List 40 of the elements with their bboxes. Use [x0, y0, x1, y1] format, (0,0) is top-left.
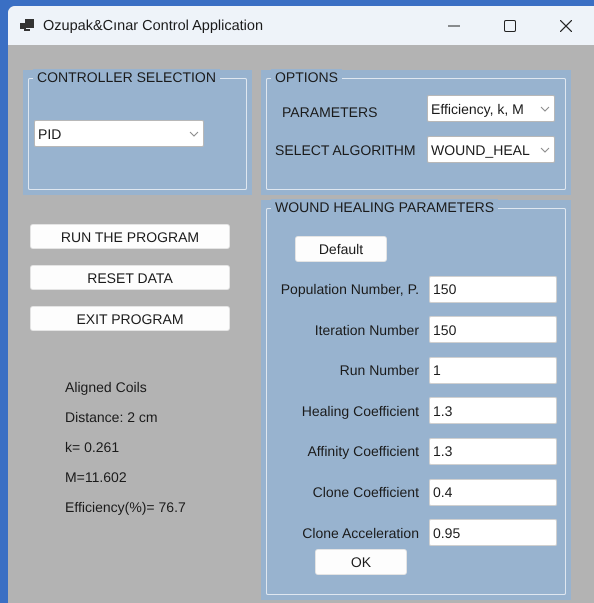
parameter-label: Healing Coefficient	[300, 402, 419, 419]
result-text: Efficiency(%)= 76.7	[65, 498, 187, 516]
input-field[interactable]: 1.3	[429, 397, 557, 424]
maximize-icon[interactable]	[504, 20, 516, 32]
chevron-down-icon	[540, 146, 550, 152]
result-text: Aligned Coils	[65, 378, 148, 396]
input-field[interactable]: 0.4	[429, 478, 557, 506]
action-button[interactable]: RUN THE PROGRAM	[30, 224, 230, 249]
group-title: OPTIONS	[271, 69, 342, 85]
close-icon[interactable]	[560, 20, 572, 32]
option-label: PARAMETERS	[282, 104, 378, 120]
group-title: WOUND HEALING PARAMETERS	[271, 199, 498, 215]
group-title: CONTROLLER SELECTION	[33, 69, 220, 85]
parameter-label: Population Number, P.	[280, 281, 419, 298]
dropdown[interactable]: WOUND_HEAL	[427, 136, 555, 163]
option-label: SELECT ALGORITHM	[275, 142, 416, 158]
app-icon	[20, 19, 34, 32]
input-field[interactable]: 1.3	[429, 438, 557, 465]
input-field[interactable]: 1	[429, 356, 557, 384]
chevron-down-icon	[189, 130, 199, 136]
result-text: k= 0.261	[65, 438, 120, 456]
action-button[interactable]: RESET DATA	[30, 265, 230, 290]
parameter-label: Affinity Coefficient	[306, 443, 419, 460]
window-title: Ozupak&Cınar Control Application	[43, 18, 264, 34]
dropdown[interactable]: Efficiency, k, M	[427, 95, 555, 122]
chevron-down-icon	[540, 106, 550, 112]
input-field[interactable]: 150	[429, 276, 557, 303]
result-text: M=11.602	[65, 468, 128, 486]
minimize-icon[interactable]	[448, 24, 460, 26]
parameter-label: Clone Acceleration	[301, 524, 419, 541]
parameter-label: Clone Coefficient	[312, 484, 419, 500]
action-button[interactable]: EXIT PROGRAM	[30, 306, 230, 331]
parameter-label: Iteration Number	[314, 322, 419, 338]
default-button[interactable]: Default	[295, 236, 387, 262]
dropdown[interactable]: PID	[34, 120, 204, 147]
parameter-label: Run Number	[338, 362, 419, 378]
result-text: Distance: 2 cm	[65, 408, 159, 426]
input-field[interactable]: 150	[429, 316, 557, 344]
ok-button[interactable]: OK	[315, 549, 407, 576]
input-field[interactable]: 0.95	[429, 519, 557, 546]
